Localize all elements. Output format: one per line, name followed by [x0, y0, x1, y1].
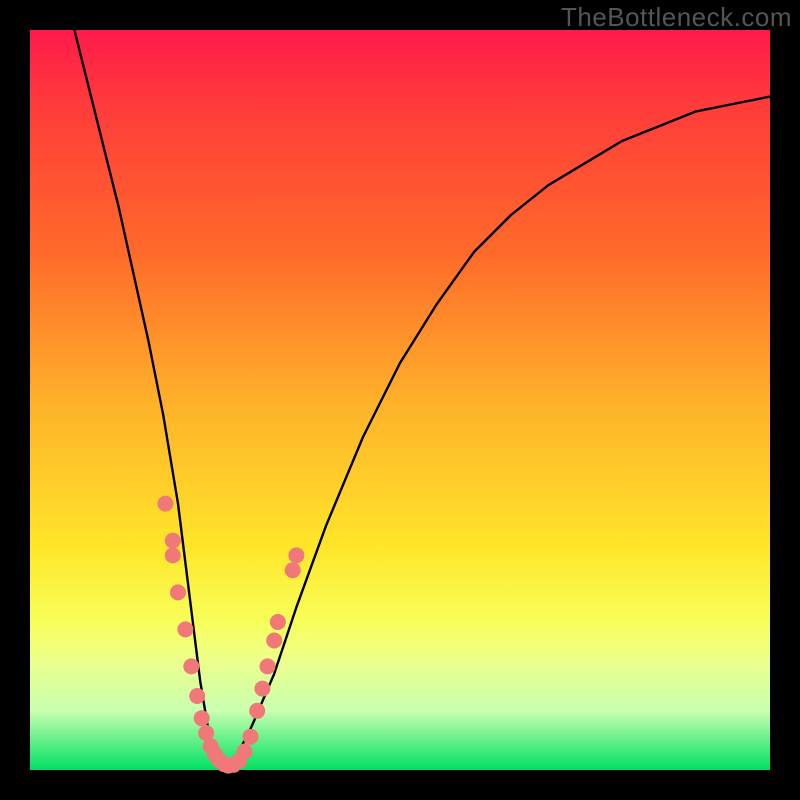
chart-svg [30, 30, 770, 770]
bottleneck-curve [74, 30, 770, 770]
watermark-text: TheBottleneck.com [561, 2, 792, 33]
highlight-dots [157, 496, 304, 774]
chart-frame: TheBottleneck.com [0, 0, 800, 800]
plot-area [30, 30, 770, 770]
